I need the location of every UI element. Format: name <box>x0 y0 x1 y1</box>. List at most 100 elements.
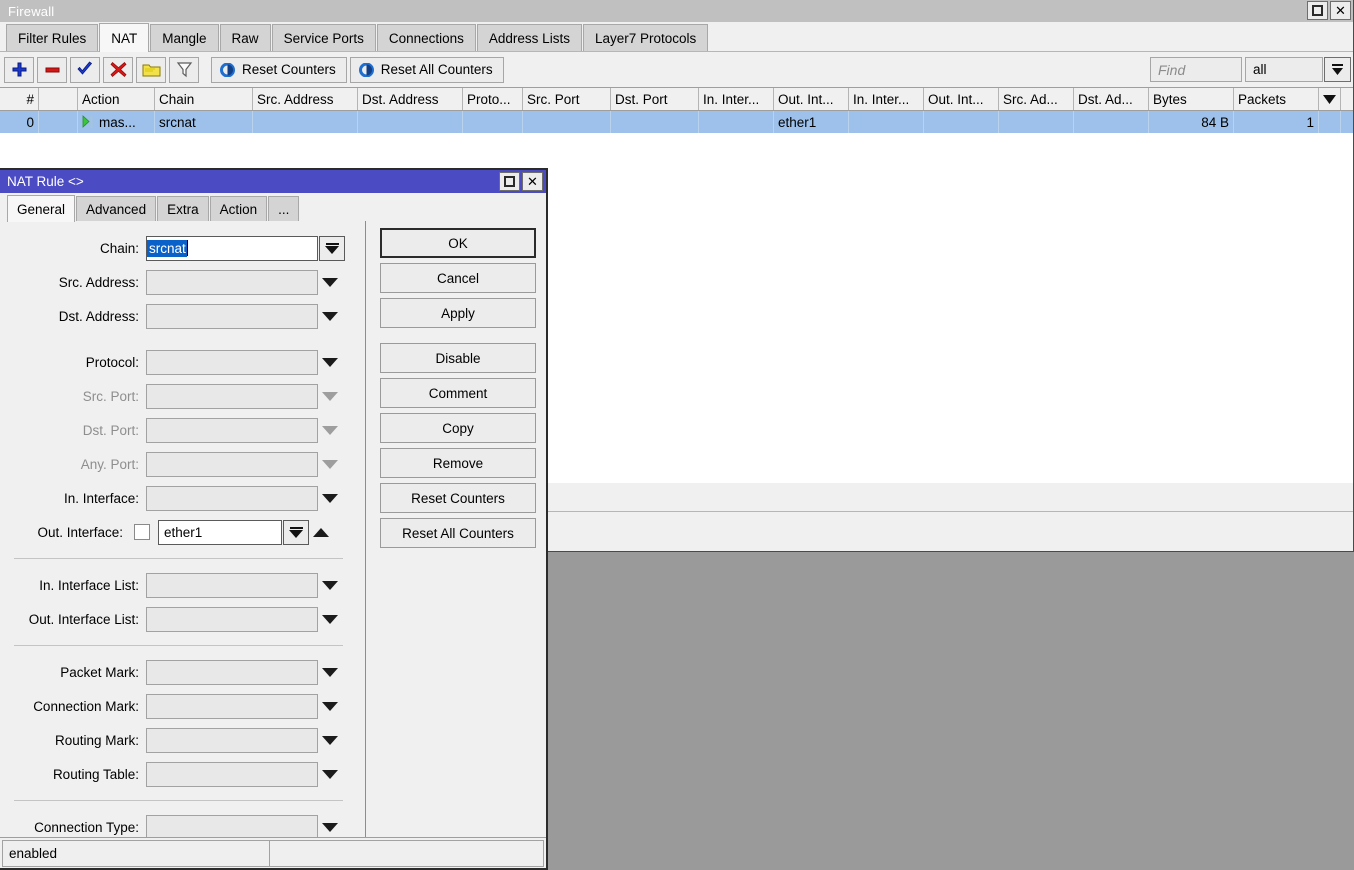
column-header-protocol[interactable]: Proto... <box>463 88 523 110</box>
out-interface-list-input[interactable] <box>146 607 318 632</box>
tab-layer7-protocols[interactable]: Layer7 Protocols <box>583 24 708 51</box>
column-header-src-port[interactable]: Src. Port <box>523 88 611 110</box>
search-input[interactable]: Find <box>1150 57 1242 82</box>
remove-button[interactable]: Remove <box>380 448 536 478</box>
column-header-blank[interactable] <box>39 88 78 110</box>
protocol-input[interactable] <box>146 350 318 375</box>
dialog-tab-advanced[interactable]: Advanced <box>76 196 156 221</box>
connection-mark-input[interactable] <box>146 694 318 719</box>
dialog-tab-extra[interactable]: Extra <box>157 196 209 221</box>
filter-scope-dropdown-button[interactable] <box>1324 57 1351 82</box>
reset-all-counters-button[interactable]: Reset All Counters <box>350 57 504 83</box>
out-interface-dropdown-button[interactable] <box>283 520 309 545</box>
connection-type-input[interactable] <box>146 815 318 840</box>
src-address-dropdown-button[interactable] <box>318 278 342 287</box>
reset-counters-button[interactable]: Reset Counters <box>211 57 347 83</box>
maximize-icon <box>1312 5 1323 16</box>
out-interface-list-dropdown-button[interactable] <box>318 615 342 624</box>
in-interface-input[interactable] <box>146 486 318 511</box>
disable-button[interactable] <box>103 57 133 83</box>
routing-mark-dropdown-button[interactable] <box>318 736 342 745</box>
cell-in-interface-list <box>849 111 924 133</box>
in-interface-list-input[interactable] <box>146 573 318 598</box>
remove-button[interactable] <box>37 57 67 83</box>
column-header-packets[interactable]: Packets <box>1234 88 1319 110</box>
column-header-bytes[interactable]: Bytes <box>1149 88 1234 110</box>
out-interface-negate-checkbox[interactable] <box>134 524 150 540</box>
tab-address-lists[interactable]: Address Lists <box>477 24 582 51</box>
dialog-close-button[interactable]: ✕ <box>522 172 543 191</box>
column-header-in-interface-list[interactable]: In. Inter... <box>849 88 924 110</box>
firewall-tabstrip: Filter Rules NAT Mangle Raw Service Port… <box>0 22 1353 52</box>
copy-button[interactable]: Copy <box>380 413 536 443</box>
cancel-button[interactable]: Cancel <box>380 263 536 293</box>
table-row[interactable]: 0 mas... srcnat ether1 84 B 1 <box>0 111 1353 133</box>
dst-address-dropdown-button[interactable] <box>318 312 342 321</box>
column-header-index[interactable]: # <box>0 88 39 110</box>
column-header-chain[interactable]: Chain <box>155 88 253 110</box>
column-chooser-button[interactable] <box>1319 88 1341 110</box>
window-titlebar: Firewall ✕ <box>0 0 1353 22</box>
column-header-action[interactable]: Action <box>78 88 155 110</box>
column-header-dst-port[interactable]: Dst. Port <box>611 88 699 110</box>
column-header-out-interface-list[interactable]: Out. Int... <box>924 88 999 110</box>
label-out-interface-list: Out. Interface List: <box>0 612 146 627</box>
chevron-down-icon <box>322 615 338 624</box>
tab-label: Service Ports <box>284 31 364 46</box>
chevron-down-icon <box>322 358 338 367</box>
in-interface-list-dropdown-button[interactable] <box>318 581 342 590</box>
dialog-button-column: OK Cancel Apply Disable Comment Copy Rem… <box>366 221 546 849</box>
out-interface-collapse-button[interactable] <box>309 528 333 537</box>
packet-mark-input[interactable] <box>146 660 318 685</box>
dialog-tab-general[interactable]: General <box>7 195 75 222</box>
comment-button[interactable] <box>136 57 166 83</box>
cell-dst-port <box>611 111 699 133</box>
reset-all-counters-button[interactable]: Reset All Counters <box>380 518 536 548</box>
out-interface-input[interactable]: ether1 <box>158 520 282 545</box>
reset-counters-button[interactable]: Reset Counters <box>380 483 536 513</box>
connection-mark-dropdown-button[interactable] <box>318 702 342 711</box>
add-button[interactable] <box>4 57 34 83</box>
ok-button[interactable]: OK <box>380 228 536 258</box>
dialog-tab-more[interactable]: ... <box>268 196 299 221</box>
column-header-dst-address[interactable]: Dst. Address <box>358 88 463 110</box>
routing-table-dropdown-button[interactable] <box>318 770 342 779</box>
tab-service-ports[interactable]: Service Ports <box>272 24 376 51</box>
column-header-dst-address-list[interactable]: Dst. Ad... <box>1074 88 1149 110</box>
chain-value: srcnat <box>147 240 187 257</box>
src-address-input[interactable] <box>146 270 318 295</box>
disable-button[interactable]: Disable <box>380 343 536 373</box>
apply-button[interactable]: Apply <box>380 298 536 328</box>
close-button[interactable]: ✕ <box>1330 1 1351 20</box>
comment-button[interactable]: Comment <box>380 378 536 408</box>
in-interface-dropdown-button[interactable] <box>318 494 342 503</box>
tab-filter-rules[interactable]: Filter Rules <box>6 24 98 51</box>
column-header-in-interface[interactable]: In. Inter... <box>699 88 774 110</box>
protocol-dropdown-button[interactable] <box>318 358 342 367</box>
chain-input[interactable]: srcnat <box>146 236 318 261</box>
column-header-src-address[interactable]: Src. Address <box>253 88 358 110</box>
tab-nat[interactable]: NAT <box>99 23 149 52</box>
enable-button[interactable] <box>70 57 100 83</box>
dst-address-input[interactable] <box>146 304 318 329</box>
tab-raw[interactable]: Raw <box>220 24 271 51</box>
routing-mark-input[interactable] <box>146 728 318 753</box>
filter-button[interactable] <box>169 57 199 83</box>
column-header-out-interface[interactable]: Out. Int... <box>774 88 849 110</box>
dialog-maximize-button[interactable] <box>499 172 520 191</box>
chain-dropdown-button[interactable] <box>319 236 345 261</box>
maximize-button[interactable] <box>1307 1 1328 20</box>
routing-table-input[interactable] <box>146 762 318 787</box>
dialog-tab-action[interactable]: Action <box>210 196 268 221</box>
column-header-src-address-list[interactable]: Src. Ad... <box>999 88 1074 110</box>
filter-scope-select[interactable]: all <box>1245 57 1323 82</box>
combo-bar-icon <box>290 527 303 529</box>
packet-mark-dropdown-button[interactable] <box>318 668 342 677</box>
tab-connections[interactable]: Connections <box>377 24 476 51</box>
tab-mangle[interactable]: Mangle <box>150 24 218 51</box>
dialog-titlebar: NAT Rule <> ✕ <box>0 170 546 193</box>
field-row-packet-mark: Packet Mark: <box>0 655 365 689</box>
close-icon: ✕ <box>1335 4 1346 17</box>
connection-type-dropdown-button[interactable] <box>318 823 342 832</box>
close-icon: ✕ <box>527 175 538 188</box>
